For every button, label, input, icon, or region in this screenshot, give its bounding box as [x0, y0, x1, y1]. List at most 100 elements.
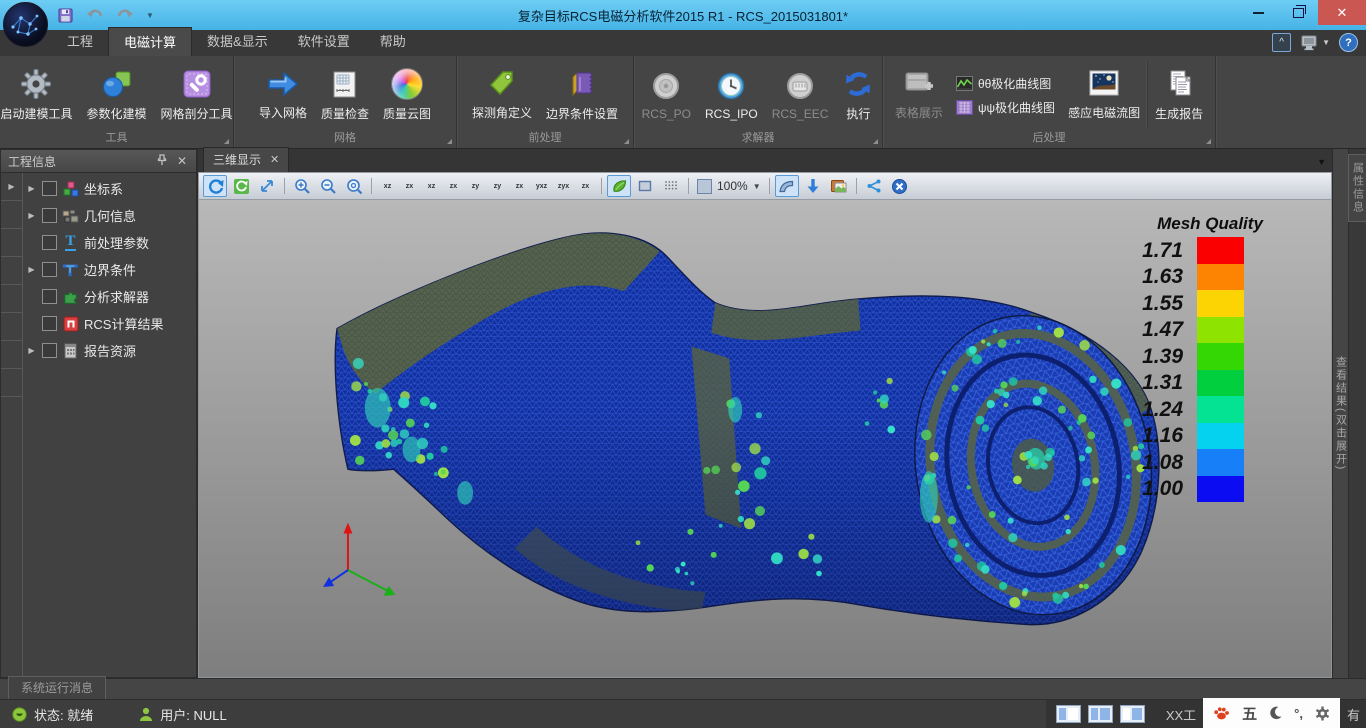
drop-down-arrow-button[interactable]: [801, 175, 825, 197]
pin-icon[interactable]: [155, 154, 169, 169]
menu-tab-4[interactable]: 帮助: [365, 27, 421, 56]
close-view-button[interactable]: [888, 175, 912, 197]
tree-item-checkbox[interactable]: [42, 235, 57, 250]
system-message-tab[interactable]: 系统运行消息: [8, 676, 106, 699]
view-orientation-button-6[interactable]: zx: [509, 176, 530, 197]
expand-arrow-icon[interactable]: ▶: [26, 265, 37, 274]
zoom-out-button[interactable]: [316, 175, 340, 197]
tree-gutter-cell[interactable]: ▶: [1, 173, 22, 201]
view-orientation-button-4[interactable]: zy: [465, 176, 486, 197]
view-orientation-button-1[interactable]: zx: [399, 176, 420, 197]
expand-arrow-icon[interactable]: ▶: [26, 184, 37, 193]
tree-gutter-cell[interactable]: [1, 313, 22, 341]
probe-angle-button[interactable]: 探测角定义: [465, 61, 539, 129]
ime-toolbar[interactable]: 五 °,: [1203, 698, 1340, 728]
mesh-points-display-button[interactable]: [659, 175, 683, 197]
properties-tab[interactable]: 属性信息: [1348, 154, 1366, 222]
group-expand-mark[interactable]: [1206, 139, 1211, 144]
image-capture-button[interactable]: [827, 175, 851, 197]
tree-gutter-cell[interactable]: [1, 201, 22, 229]
parametric-modeling-button[interactable]: 参数化建模: [80, 61, 154, 129]
menu-tab-0[interactable]: 工程: [52, 27, 108, 56]
view-orientation-button-3[interactable]: zx: [443, 176, 464, 197]
quality-cloud-button[interactable]: 质量云图: [376, 61, 438, 129]
view-orientation-button-7[interactable]: yxz: [531, 176, 552, 197]
boundary-condition-settings-button[interactable]: 边界条件设置: [539, 61, 625, 129]
tree-item-1[interactable]: ▶几何信息: [23, 202, 196, 229]
layout-right-button[interactable]: [1120, 705, 1145, 723]
psi-polarization-curve-button[interactable]: ψψ极化曲线图: [956, 99, 1055, 116]
zoom-level-control[interactable]: 100% ▼: [694, 179, 764, 194]
tree-item-6[interactable]: ▶报告资源: [23, 337, 196, 364]
tree-item-checkbox[interactable]: [42, 316, 57, 331]
fit-extents-button[interactable]: [255, 175, 279, 197]
share-split-button[interactable]: [862, 175, 886, 197]
refresh-view-button[interactable]: [229, 175, 253, 197]
mesh-partition-tool-button[interactable]: 网格剖分工具: [154, 61, 240, 129]
group-expand-mark[interactable]: [224, 139, 229, 144]
quick-access-dropdown[interactable]: ▼: [146, 11, 154, 20]
group-expand-mark[interactable]: [624, 139, 629, 144]
generate-report-button[interactable]: 生成报告: [1147, 61, 1210, 129]
tree-gutter-cell[interactable]: [1, 229, 22, 257]
redo-button[interactable]: [116, 6, 134, 24]
tree-item-5[interactable]: RCS计算结果: [23, 310, 196, 337]
menu-tab-2[interactable]: 数据&显示: [192, 27, 283, 56]
save-button[interactable]: [56, 6, 74, 24]
view-orientation-button-8[interactable]: zyx: [553, 176, 574, 197]
tree-item-label: 边界条件: [84, 260, 136, 279]
tree-gutter-cell[interactable]: [1, 285, 22, 313]
panel-close-icon[interactable]: ✕: [175, 154, 189, 168]
tree-item-checkbox[interactable]: [42, 208, 57, 223]
surface-select-button[interactable]: [775, 175, 799, 197]
rotate-view-button[interactable]: [203, 175, 227, 197]
tree-gutter-cell[interactable]: [1, 257, 22, 285]
help-button[interactable]: ?: [1339, 33, 1358, 52]
undo-button[interactable]: [86, 6, 104, 24]
rcs-results-icon: [62, 315, 79, 332]
wireframe-display-button[interactable]: [633, 175, 657, 197]
ribbon-collapse-button[interactable]: ^: [1272, 33, 1291, 52]
tree-item-4[interactable]: 分析求解器: [23, 283, 196, 310]
menu-tab-3[interactable]: 软件设置: [283, 27, 365, 56]
view-orientation-button-5[interactable]: zy: [487, 176, 508, 197]
tree-item-checkbox[interactable]: [42, 262, 57, 277]
tree-item-2[interactable]: T前处理参数: [23, 229, 196, 256]
induced-current-map-button[interactable]: 感应电磁流图: [1061, 61, 1147, 129]
view-orientation-button-2[interactable]: xz: [421, 176, 442, 197]
expand-arrow-icon[interactable]: ▶: [26, 211, 37, 220]
theta-polarization-curve-button[interactable]: θθ极化曲线图: [956, 75, 1055, 92]
zoom-in-button[interactable]: [290, 175, 314, 197]
view-orientation-button-0[interactable]: xz: [377, 176, 398, 197]
layout-center-button[interactable]: [1088, 705, 1113, 723]
close-button[interactable]: ✕: [1318, 0, 1366, 25]
tree-item-0[interactable]: ▶坐标系: [23, 175, 196, 202]
expand-arrow-icon[interactable]: ▶: [26, 346, 37, 355]
minimize-button[interactable]: [1238, 0, 1278, 25]
tree-item-checkbox[interactable]: [42, 181, 57, 196]
execute-button[interactable]: 执行: [835, 61, 881, 129]
view-orientation-button-9[interactable]: zx: [575, 176, 596, 197]
viewport-3d[interactable]: Mesh Quality 1.711.631.551.471.391.311.2…: [198, 200, 1332, 678]
tree-item-checkbox[interactable]: [42, 289, 57, 304]
group-expand-mark[interactable]: [873, 139, 878, 144]
shaded-display-button[interactable]: [607, 175, 631, 197]
display-switch-button[interactable]: ▼: [1300, 35, 1330, 51]
quality-check-button[interactable]: 质量检查: [314, 61, 376, 129]
tree-item-3[interactable]: ▶ 边界条件: [23, 256, 196, 283]
tree-gutter-cell[interactable]: [1, 341, 22, 369]
menu-tab-1[interactable]: 电磁计算: [108, 27, 192, 56]
tab-3d-display[interactable]: 三维显示 ✕: [203, 147, 289, 172]
tab-close-icon[interactable]: ✕: [270, 153, 279, 166]
restore-button[interactable]: [1278, 0, 1318, 25]
zoom-window-button[interactable]: [342, 175, 366, 197]
app-logo[interactable]: [3, 2, 48, 47]
tab-overflow-arrow[interactable]: ▼: [1317, 157, 1326, 167]
tree-item-checkbox[interactable]: [42, 343, 57, 358]
group-expand-mark[interactable]: [447, 139, 452, 144]
layout-left-button[interactable]: [1056, 705, 1081, 723]
rcs-ipo-button[interactable]: RCS_IPO: [698, 61, 765, 129]
import-mesh-button[interactable]: 导入网格: [252, 61, 314, 129]
launch-modeling-tool-button[interactable]: 启动建模工具: [0, 61, 80, 129]
results-collapsed-bar[interactable]: 查看结果(双击展开): [1332, 149, 1348, 678]
